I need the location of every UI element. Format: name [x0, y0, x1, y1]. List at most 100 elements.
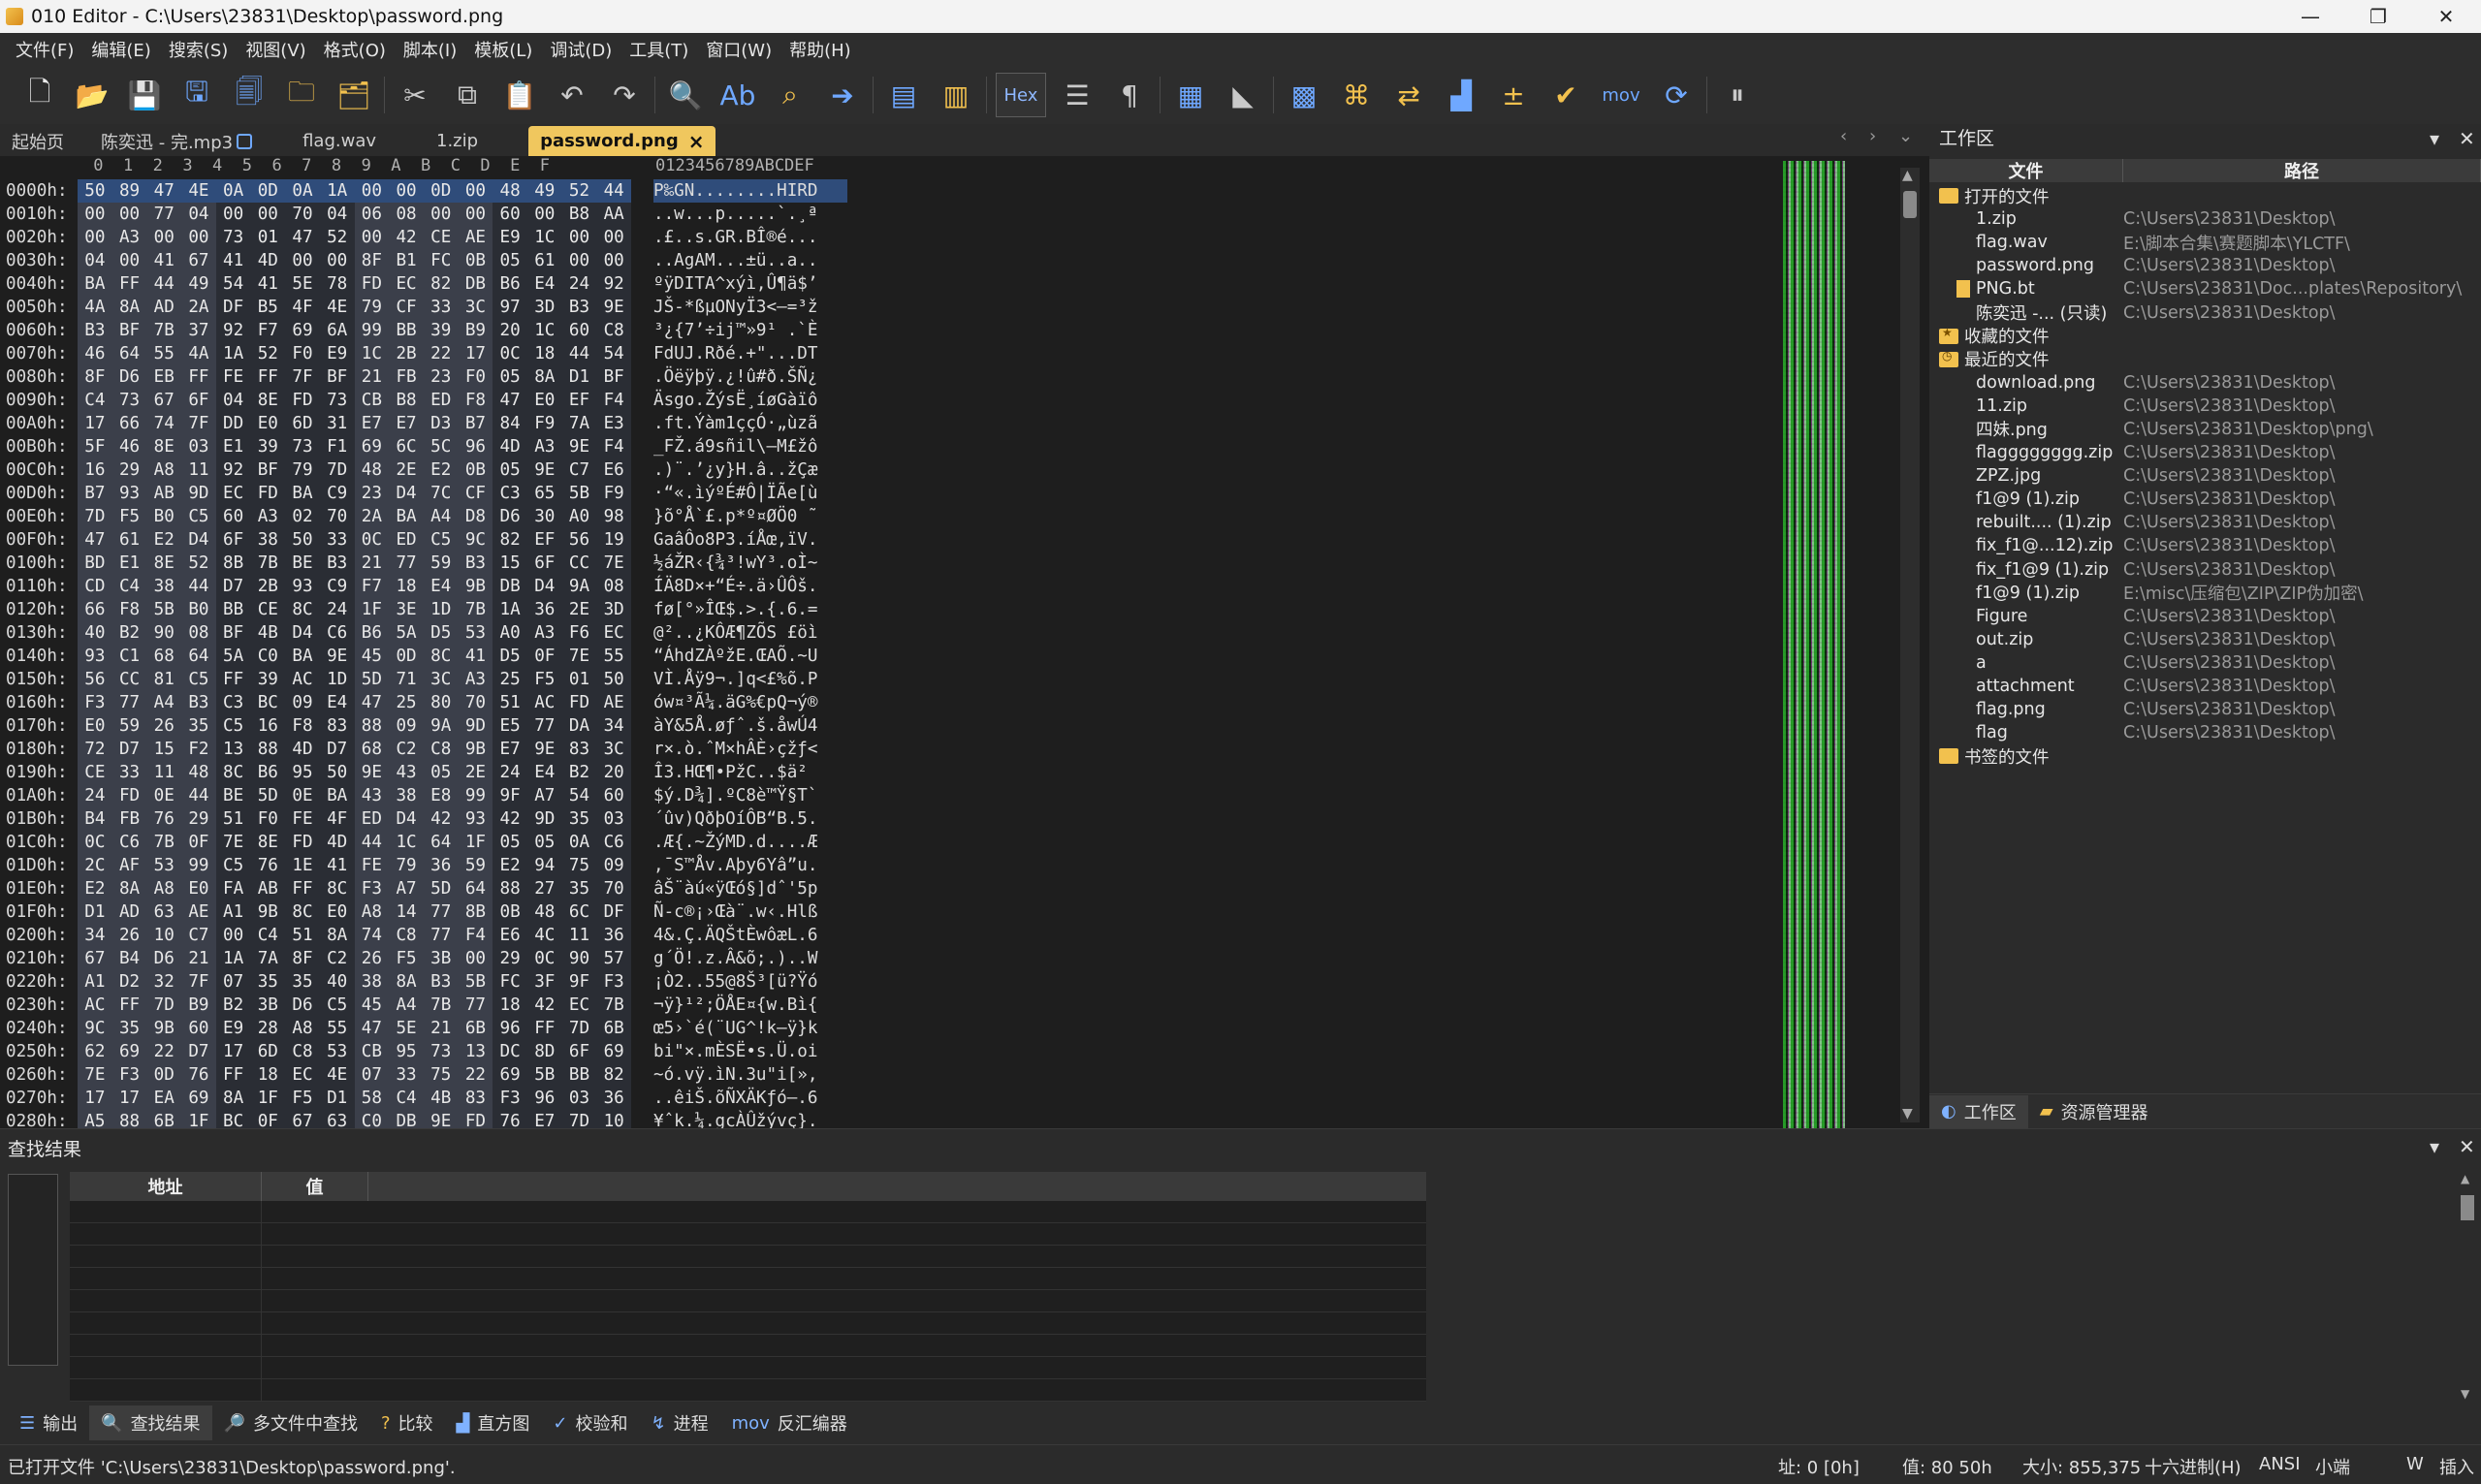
hex-byte[interactable]: 1F [250, 1087, 286, 1110]
hex-byte[interactable]: 4E [319, 296, 355, 319]
hex-byte[interactable]: 8E [146, 552, 182, 575]
hex-row[interactable]: 0130h: 40 B2 90 08 BF 4B D4 C6 B6 5A D5 53 A0 A3 F6 EC @²… [0, 621, 847, 645]
hex-byte[interactable]: B4 [78, 807, 112, 831]
hex-byte[interactable]: 95 [389, 1040, 424, 1063]
hex-byte[interactable]: BA [285, 482, 320, 505]
row-bytes[interactable]: CE 33 11 48 8C B6 95 50 9E 43 05 2E 24 E4 B2 20 [78, 761, 642, 784]
hex-byte[interactable]: 07 [215, 970, 251, 994]
tree-file[interactable]: ZPZ.jpg C:\Users\23831\Desktop\ [1929, 464, 2481, 488]
hex-byte[interactable]: 17 [458, 342, 493, 365]
close-button[interactable]: ✕ [2412, 0, 2480, 33]
row-bytes[interactable]: B3 BF 7B 37 92 F7 69 6A 99 BB 39 B9 20 1C 60 C8 [78, 319, 642, 342]
hex-row[interactable]: 01B0h: B4 FB 76 29 51 F0 FE 4F ED D4 42 93 42 9D 35 03 ´û… [0, 807, 847, 831]
row-ascii[interactable]: g´Ö!.z.Â&õ;.)..W [653, 947, 847, 970]
hex-byte[interactable]: 40 [78, 621, 112, 645]
hex-byte[interactable]: 18 [526, 342, 562, 365]
hex-byte[interactable]: B9 [458, 319, 493, 342]
hex-byte[interactable]: 99 [458, 784, 493, 807]
hex-byte[interactable]: FF [111, 272, 147, 296]
hex-byte[interactable]: CC [561, 552, 597, 575]
row-bytes[interactable]: 24 FD 0E 44 BE 5D 0E BA 43 38 E8 99 9F A7 54 60 [78, 784, 642, 807]
hex-byte[interactable]: 73 [111, 389, 147, 412]
hex-byte[interactable]: 49 [526, 179, 562, 203]
hex-byte[interactable]: 8A [526, 365, 562, 389]
tree-file[interactable]: flag C:\Users\23831\Desktop\ [1929, 721, 2481, 744]
hex-byte[interactable]: AD [111, 900, 147, 924]
find-icon[interactable]: 🔍 [664, 74, 707, 116]
hex-byte[interactable]: 92 [596, 272, 631, 296]
hex-byte[interactable]: BB [389, 319, 424, 342]
hex-byte[interactable]: E4 [526, 272, 562, 296]
hex-row[interactable]: 0000h: 50 89 47 4E 0A 0D 0A 1A 00 00 0D 00 48 49 52 44 P‰… [0, 179, 847, 203]
hex-byte[interactable]: 77 [423, 924, 459, 947]
hex-byte[interactable]: 04 [181, 203, 216, 226]
hex-byte[interactable]: 25 [493, 668, 527, 691]
hex-byte[interactable]: F8 [111, 598, 147, 621]
save-icon[interactable]: 💾 [123, 74, 166, 116]
hex-byte[interactable]: 6C [389, 435, 424, 458]
save-all-icon[interactable]: 🗐 [228, 74, 270, 116]
hex-byte[interactable]: 6C [561, 900, 597, 924]
hex-byte[interactable]: E4 [423, 575, 459, 598]
hex-byte[interactable]: 76 [181, 1063, 216, 1087]
hex-byte[interactable]: 5B [458, 970, 493, 994]
hex-byte[interactable]: 77 [458, 994, 493, 1017]
hex-row[interactable]: 01D0h: 2C AF 53 99 C5 76 1E 41 FE 79 36 59 E2 94 75 09 ,¯… [0, 854, 847, 877]
hex-byte[interactable]: 33 [389, 1063, 424, 1087]
row-bytes[interactable]: 34 26 10 C7 00 C4 51 8A 74 C8 77 F4 E6 4C 11 36 [78, 924, 642, 947]
hex-byte[interactable]: 96 [526, 1087, 562, 1110]
tree-file[interactable]: 11.zip C:\Users\23831\Desktop\ [1929, 395, 2481, 418]
hex-byte[interactable]: 52 [319, 226, 355, 249]
row-bytes[interactable]: 40 B2 90 08 BF 4B D4 C6 B6 5A D5 53 A0 A3 F6 EC [78, 621, 642, 645]
row-bytes[interactable]: 00 A3 00 00 73 01 47 52 00 42 CE AE E9 1C 00 00 [78, 226, 642, 249]
row-ascii[interactable]: @²..¿KÔÆ¶ZÕS £öì [653, 621, 847, 645]
hex-byte[interactable]: 5A [215, 645, 251, 668]
hex-byte[interactable]: 25 [389, 691, 424, 714]
hex-byte[interactable]: 8A [319, 924, 355, 947]
hex-byte[interactable]: 35 [561, 807, 597, 831]
hex-byte[interactable]: BA [285, 645, 320, 668]
hex-byte[interactable]: 47 [285, 226, 320, 249]
hex-byte[interactable]: 46 [78, 342, 112, 365]
hex-byte[interactable]: 0B [458, 249, 493, 272]
copy-icon[interactable]: ⧉ [446, 74, 489, 116]
row-bytes[interactable]: E0 59 26 35 C5 16 F8 83 88 09 9A 9D E5 77 DA 34 [78, 714, 642, 738]
row-ascii[interactable]: fø[°»ÎŒ$.>.{.6.= [653, 598, 847, 621]
hex-byte[interactable]: 68 [146, 645, 182, 668]
hex-byte[interactable]: 26 [354, 947, 390, 970]
hex-byte[interactable]: A4 [389, 994, 424, 1017]
hex-row[interactable]: 0140h: 93 C1 68 64 5A C0 BA 9E 45 0D 8C 41 D5 0F 7E 55 “Á… [0, 645, 847, 668]
hex-byte[interactable]: 5B [561, 482, 597, 505]
hex-byte[interactable]: 03 [181, 435, 216, 458]
hex-byte[interactable]: 44 [561, 342, 597, 365]
row-ascii[interactable]: ¬ÿ}¹²;ÖÅE¤{w.Bì{ [653, 994, 847, 1017]
menu-script[interactable]: 脚本(I) [403, 37, 457, 62]
hex-byte[interactable]: F7 [354, 575, 390, 598]
hex-byte[interactable]: 6D [250, 1040, 286, 1063]
row-ascii[interactable]: Î3.HŒ¶•PžC..$ä² [653, 761, 847, 784]
hex-byte[interactable]: D6 [111, 365, 147, 389]
hex-byte[interactable]: AC [285, 668, 320, 691]
hex-row[interactable]: 01E0h: E2 8A A8 E0 FA AB FF 8C F3 A7 5D 64 88 27 35 70 âŠ… [0, 877, 847, 900]
hex-byte[interactable]: 4D [250, 249, 286, 272]
hex-byte[interactable]: 00 [458, 179, 493, 203]
hex-byte[interactable]: 05 [423, 761, 459, 784]
hex-byte[interactable]: 64 [111, 342, 147, 365]
hex-byte[interactable]: 2E [389, 458, 424, 482]
hex-byte[interactable]: 9D [181, 482, 216, 505]
hex-byte[interactable]: 70 [319, 505, 355, 528]
hex-byte[interactable]: 0E [285, 784, 320, 807]
hex-byte[interactable]: 32 [146, 970, 182, 994]
hex-byte[interactable]: F0 [250, 807, 286, 831]
hex-byte[interactable]: C3 [493, 482, 527, 505]
calculator-icon[interactable]: ▩ [1283, 74, 1325, 116]
hex-byte[interactable]: B3 [458, 552, 493, 575]
hex-byte[interactable]: 69 [493, 1063, 527, 1087]
columns-icon[interactable]: ☰ [1056, 74, 1098, 116]
tab-password-png[interactable]: password.png × [528, 126, 716, 156]
hex-byte[interactable]: EC [215, 482, 251, 505]
hex-byte[interactable]: 60 [493, 203, 527, 226]
tab-disassembler[interactable]: mov 反汇编器 [720, 1405, 859, 1440]
hex-byte[interactable]: 7B [250, 552, 286, 575]
hex-byte[interactable]: 74 [354, 924, 390, 947]
